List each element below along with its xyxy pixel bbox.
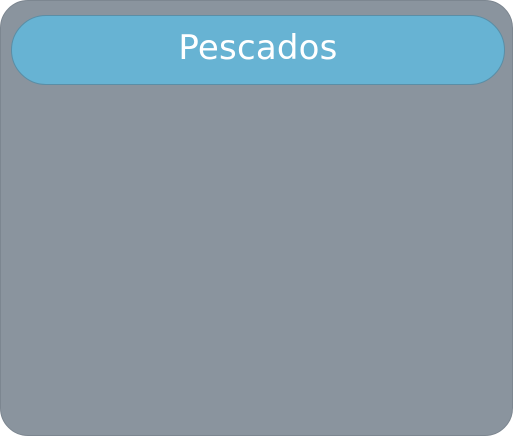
category-button-pescados[interactable]: Pescados xyxy=(11,15,505,85)
category-button-label: Pescados xyxy=(178,28,338,68)
category-panel: Pescados xyxy=(0,0,513,436)
